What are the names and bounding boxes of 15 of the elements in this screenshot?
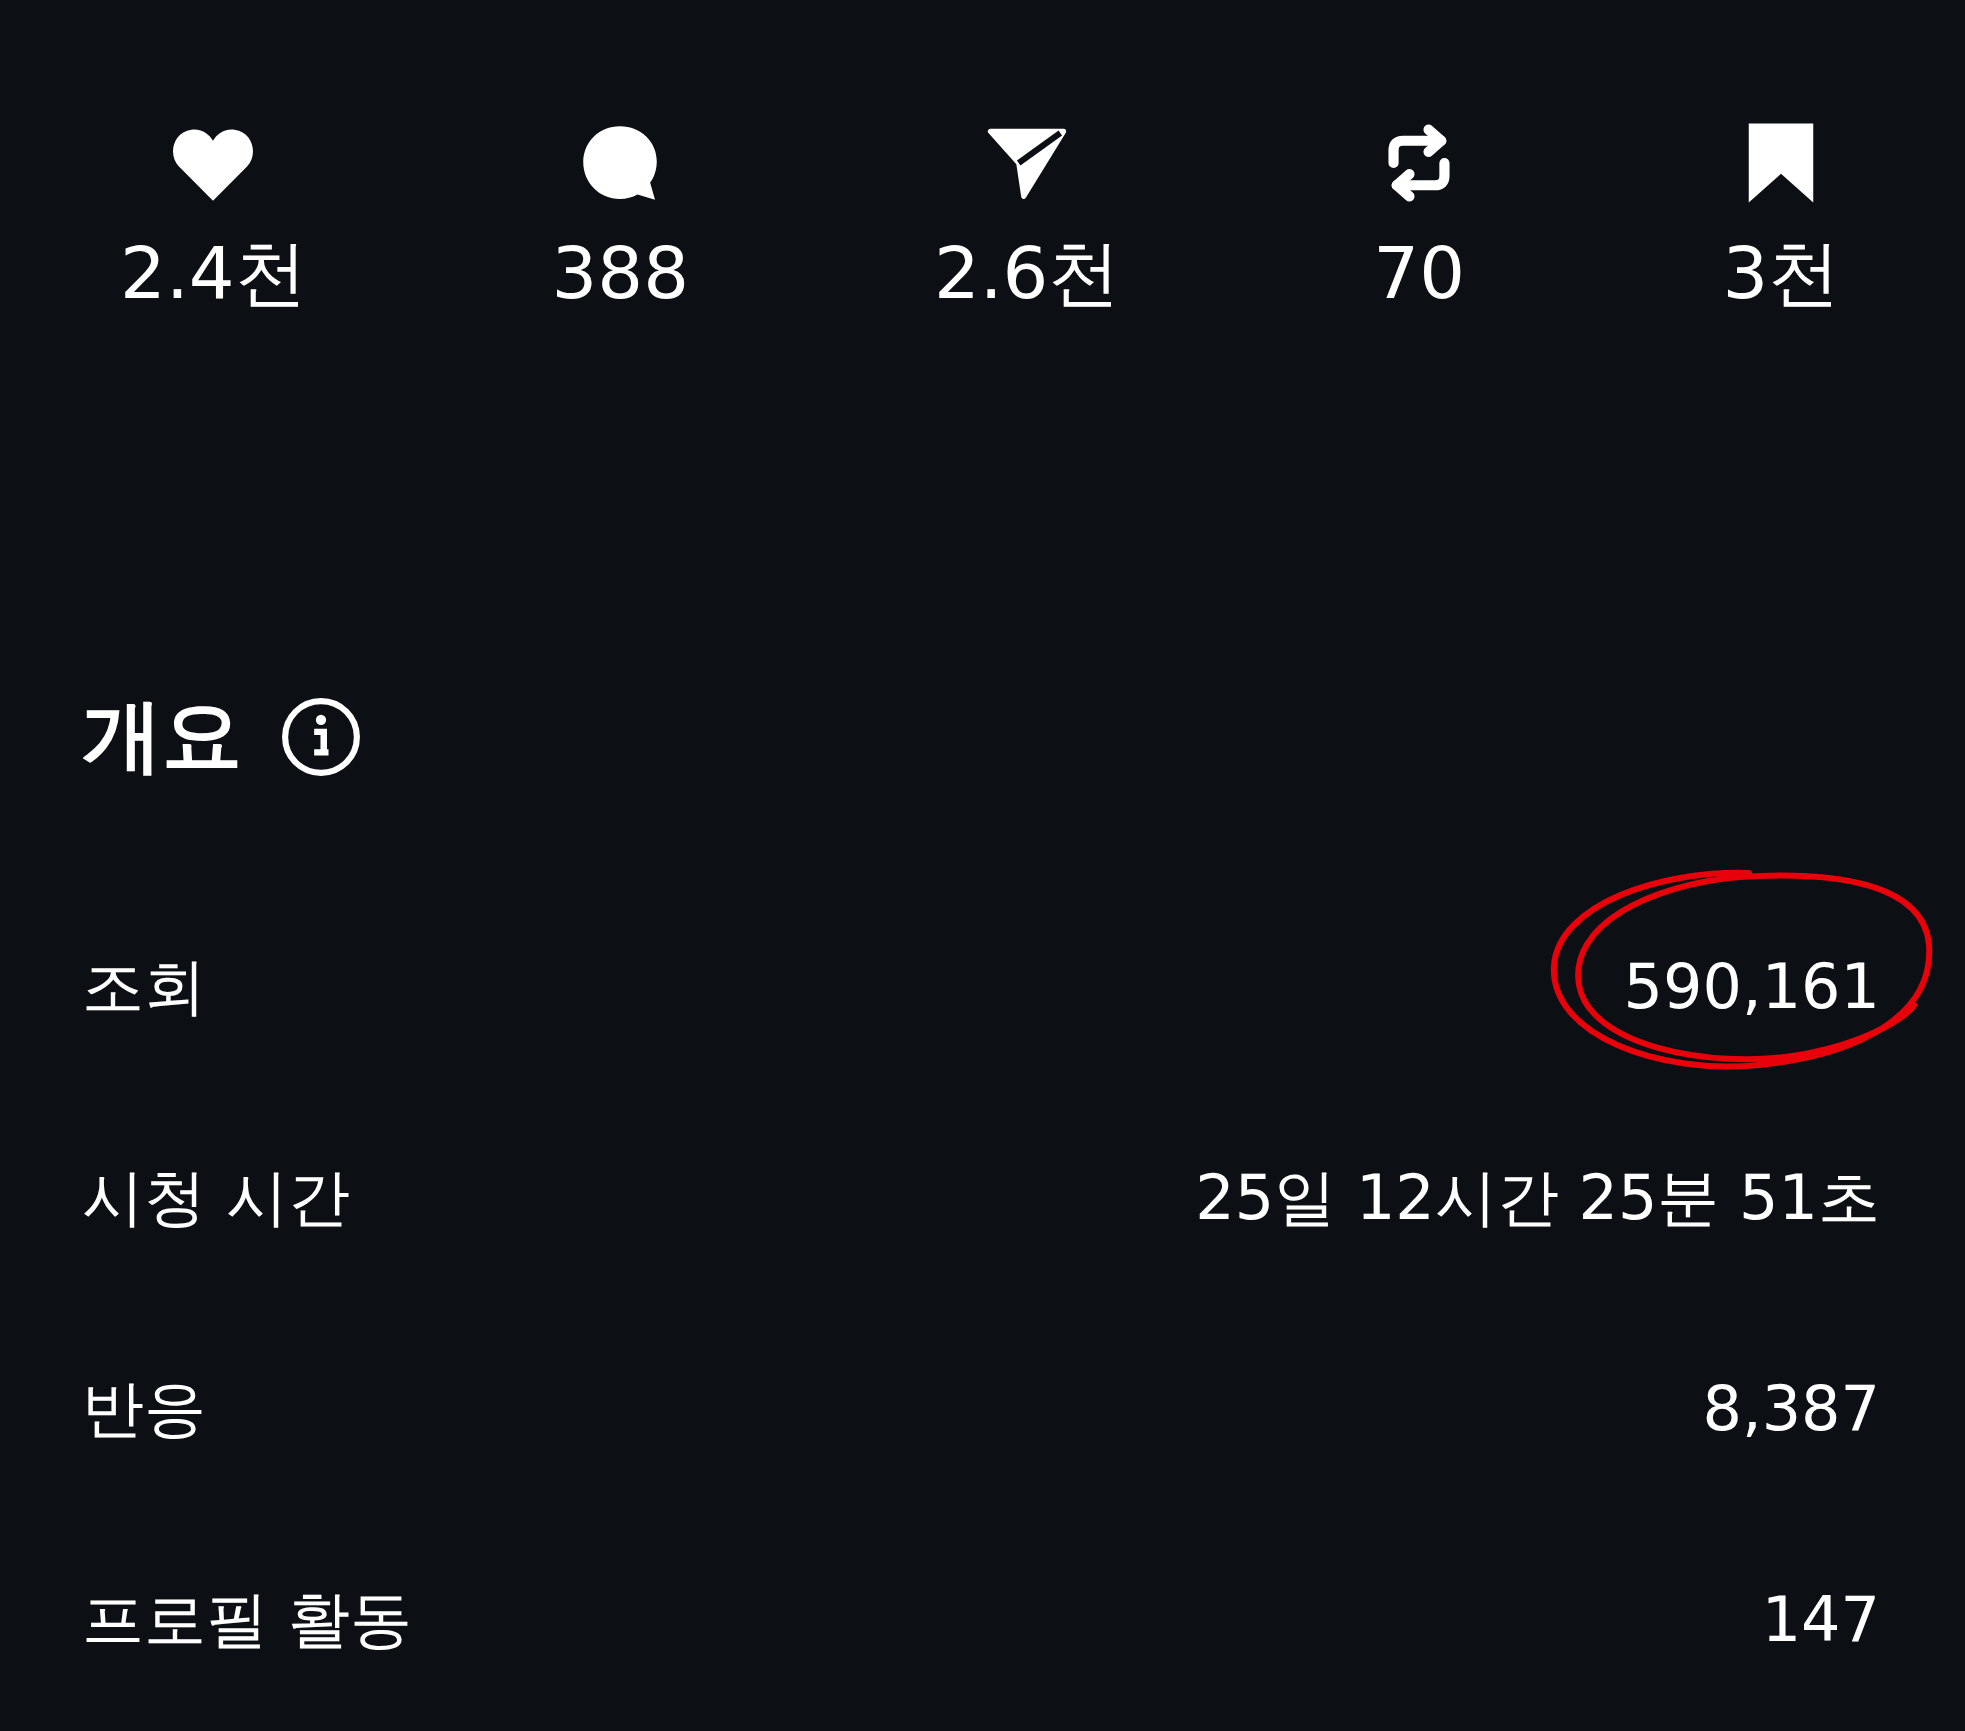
metric-label: 프로필 활동 bbox=[82, 1581, 412, 1658]
metric-value: 147 bbox=[1761, 1583, 1880, 1657]
section-title: 개요 bbox=[82, 688, 242, 785]
stat-count: 70 bbox=[1373, 234, 1465, 314]
metric-label: 반응 bbox=[82, 1370, 206, 1447]
info-icon[interactable] bbox=[280, 696, 362, 779]
stat-count: 2.6천 bbox=[933, 234, 1121, 314]
stat-count: 2.4천 bbox=[120, 234, 307, 314]
metric-value: 8,387 bbox=[1702, 1372, 1880, 1446]
stat-count: 3천 bbox=[1722, 234, 1841, 314]
metric-label: 시청 시간 bbox=[82, 1159, 350, 1236]
stat-count: 388 bbox=[551, 234, 689, 314]
metric-label: 조회 bbox=[82, 948, 206, 1025]
metric-value: 25일 12시간 25분 51초 bbox=[1195, 1160, 1880, 1234]
metric-value: 590,161 bbox=[1623, 950, 1880, 1024]
